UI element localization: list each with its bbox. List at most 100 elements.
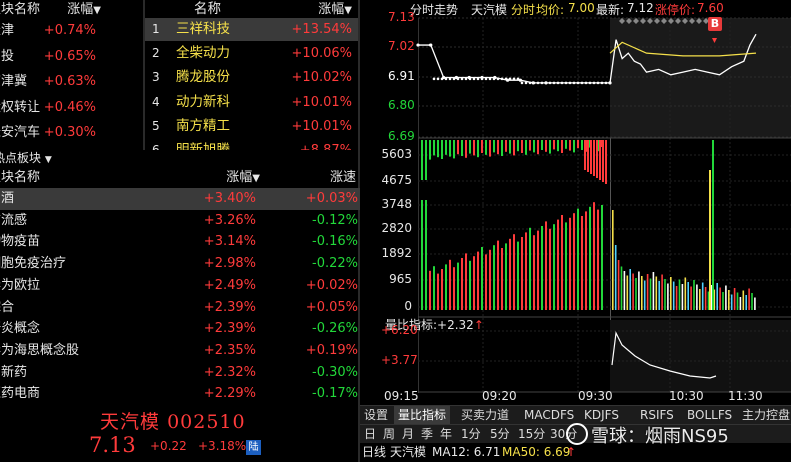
hot-sector-row[interactable]: 动物疫苗 +3.14% -0.16%: [0, 231, 360, 253]
stock-quote-box[interactable]: 天汽模 002510 7.13 +0.22 +3.18% 陆: [0, 405, 358, 462]
auction-bar: [545, 140, 547, 152]
hot-sectors-header: 板块名称 涨幅▼ 涨速: [0, 167, 360, 189]
indicator-tab[interactable]: 设置: [360, 406, 392, 425]
hot-sectors-title[interactable]: 热点板块 ▼: [0, 150, 52, 167]
volume-bar: [533, 235, 535, 310]
price-dot: [440, 77, 444, 81]
header-change[interactable]: 涨幅▼: [226, 167, 260, 190]
volume-axis-label: 5603: [381, 147, 412, 161]
auction-bar: [573, 140, 575, 153]
hot-sector-row[interactable]: 华为海思概念股 +2.35% +0.19%: [0, 340, 360, 362]
header-sector-name[interactable]: 板块名称: [0, 0, 40, 21]
sector-row[interactable]: 创投 +0.65%: [0, 45, 143, 68]
time-axis-label: 09:30: [578, 389, 613, 403]
price-dot: [432, 77, 436, 81]
auction-bar: [441, 140, 443, 159]
price-dot: [428, 43, 432, 47]
indicator-tab[interactable]: 买卖力道: [457, 406, 513, 425]
period-tab[interactable]: 季: [417, 425, 437, 444]
stock-row[interactable]: 2 全柴动力 +10.06%: [145, 42, 358, 65]
stock-row[interactable]: 6 明新旭腾 +8.87%: [145, 139, 358, 150]
volume-bar: [521, 237, 523, 310]
hot-sector-row[interactable]: 医药电商 +2.29% -0.17%: [0, 383, 360, 405]
header-sector-name[interactable]: 板块名称: [0, 167, 40, 189]
volume-bar: [632, 273, 634, 310]
volume-axis-label: 3748: [381, 197, 412, 211]
volume-bar: [629, 269, 631, 310]
volume-bar: [739, 297, 742, 310]
arrow-down-icon: ▼: [93, 5, 101, 16]
price-dot: [504, 77, 508, 81]
auction-bar: [481, 140, 483, 153]
header-speed[interactable]: 涨速: [330, 167, 356, 189]
auction-bar: [569, 140, 571, 151]
intraday-chart[interactable]: [360, 0, 791, 462]
hot-sector-row[interactable]: 华为欧拉 +2.49% +0.02%: [0, 275, 360, 297]
sector-row[interactable]: 长安汽车+0.30%: [0, 121, 143, 144]
hot-sector-speed: -0.17%: [312, 386, 358, 402]
price-dot: [452, 77, 456, 81]
price-dot: [468, 77, 472, 81]
period-tab[interactable]: 日: [360, 425, 380, 444]
volume-bar: [730, 294, 733, 310]
chart-svg[interactable]: [360, 0, 791, 405]
hot-sector-row[interactable]: 细胞免疫治疗 +2.98% -0.22%: [0, 253, 360, 275]
sector-row[interactable]: 股权转让+0.46%: [0, 96, 143, 119]
sector-row[interactable]: 天津 +0.74%: [0, 19, 143, 42]
indicator-tab[interactable]: 主力控盘: [738, 406, 791, 425]
auction-bar: [457, 140, 459, 155]
ratio-axis-label: +3.77: [381, 353, 418, 367]
price-dot: [518, 78, 522, 82]
buy-marker[interactable]: B: [708, 17, 722, 31]
price-dot: [444, 77, 448, 81]
volume-bar: [513, 234, 515, 310]
hot-sector-row[interactable]: 禽流感 +3.26% -0.12%: [0, 210, 360, 232]
stock-row[interactable]: 5 南方精工 +10.01%: [145, 115, 358, 138]
volume-bar: [725, 285, 727, 310]
period-tab[interactable]: 年: [436, 425, 456, 444]
period-tab[interactable]: 月: [398, 425, 418, 444]
volume-bar: [667, 283, 669, 310]
price-dot: [568, 81, 572, 85]
limit-label: 涨停价:: [655, 3, 696, 17]
stock-name: 腾龙股份: [176, 69, 230, 86]
volume-bar: [701, 282, 704, 310]
period-tab[interactable]: 15分: [514, 425, 549, 444]
volume-bar: [577, 208, 579, 310]
stock-row[interactable]: 1 三祥科技 +13.54%: [145, 18, 358, 41]
auction-bar: [533, 140, 535, 153]
time-axis-label: 10:30: [669, 389, 704, 403]
price-dot: [484, 77, 488, 81]
hot-sector-row[interactable]: 综合 +2.39% +0.05%: [0, 297, 360, 319]
hot-sector-row[interactable]: 肝炎概念 +2.39% -0.26%: [0, 318, 360, 340]
volume-bar: [690, 286, 692, 310]
stock-row[interactable]: 4 动力新科 +10.01%: [145, 91, 358, 114]
sector-change: +0.46%: [43, 99, 96, 115]
price-dot: [520, 81, 524, 85]
arrow-up-icon: ↑: [473, 318, 484, 332]
hot-sector-row[interactable]: 白酒 +3.40% +0.03%: [0, 188, 360, 210]
stock-change: +0.22: [150, 439, 187, 453]
auction-bar: [465, 140, 467, 158]
auction-bar: [521, 140, 523, 153]
auction-bar: [497, 140, 499, 155]
auction-bar: [425, 140, 427, 180]
indicator-tab[interactable]: 量比指标: [394, 406, 451, 425]
stock-row[interactable]: 3 腾龙股份 +10.02%: [145, 66, 358, 89]
auction-bar: [429, 140, 431, 160]
price-dot: [528, 81, 532, 85]
volume-bar: [733, 288, 736, 310]
price-dot: [580, 81, 584, 85]
volume-bar: [541, 226, 543, 310]
sector-row[interactable]: 京津冀 +0.63%: [0, 70, 143, 93]
auction-bar: [577, 140, 579, 149]
period-tab[interactable]: 1分: [457, 425, 485, 444]
period-tab[interactable]: 5分: [486, 425, 514, 444]
volume-bar: [565, 222, 567, 310]
hot-sector-row[interactable]: 创新药 +2.32% -0.30%: [0, 362, 360, 384]
volume-bar: [655, 276, 658, 310]
volume-bar: [722, 292, 724, 310]
period-tab[interactable]: 周: [379, 425, 399, 444]
volume-bar: [617, 260, 620, 310]
auction-bar: [584, 140, 586, 170]
